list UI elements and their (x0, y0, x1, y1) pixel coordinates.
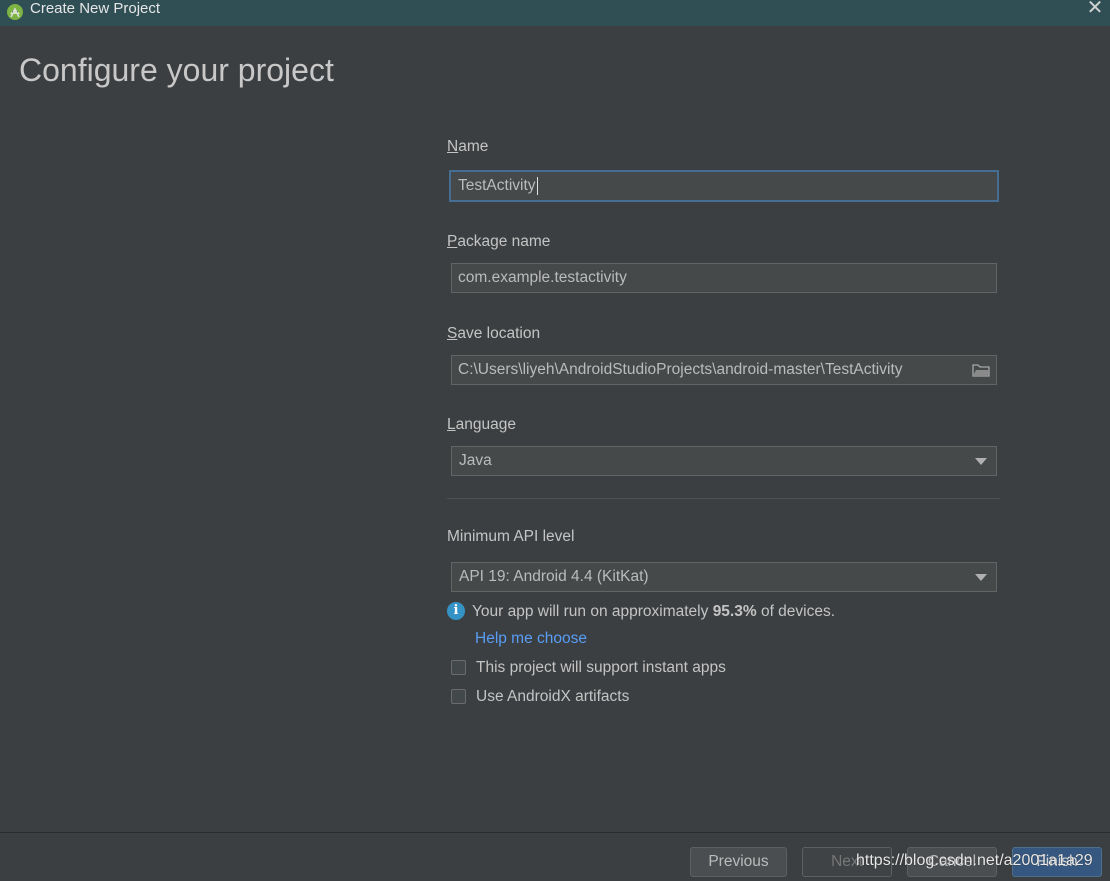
folder-icon[interactable] (972, 362, 990, 378)
save-location-value: C:\Users\liyeh\AndroidStudioProjects\and… (458, 361, 903, 378)
section-divider (447, 498, 1000, 499)
package-name-label: Package name (447, 233, 550, 251)
name-label-rest: ame (458, 138, 489, 155)
next-button[interactable]: Next (802, 847, 892, 877)
package-name-label-rest: ackage name (457, 233, 551, 250)
package-name-input[interactable]: com.example.testactivity (451, 263, 997, 293)
save-location-input[interactable]: C:\Users\liyeh\AndroidStudioProjects\and… (451, 355, 997, 385)
window-title: Create New Project (30, 0, 161, 17)
page-title: Configure your project (19, 52, 334, 88)
chevron-down-icon (975, 574, 987, 581)
previous-button[interactable]: Previous (690, 847, 787, 877)
cancel-button[interactable]: Cancel (907, 847, 997, 877)
device-coverage-suffix: of devices. (756, 603, 836, 620)
text-caret (536, 176, 538, 195)
help-me-choose-link[interactable]: Help me choose (475, 630, 587, 648)
name-label: Name (447, 138, 488, 156)
language-select[interactable]: Java (451, 446, 997, 476)
package-name-label-mnemonic: P (447, 233, 458, 250)
chevron-down-icon (975, 458, 987, 465)
name-input-value: TestActivity (458, 177, 536, 194)
device-coverage-prefix: Your app will run on approximately (472, 603, 713, 620)
device-coverage-percent: 95.3% (712, 603, 757, 620)
language-label-rest: anguage (455, 416, 516, 433)
finish-button[interactable]: Finish (1012, 847, 1102, 877)
checkbox-box[interactable] (451, 660, 466, 675)
language-label: Language (447, 416, 516, 434)
device-coverage-text: Your app will run on approximately 95.3%… (472, 603, 835, 621)
min-api-label: Minimum API level (447, 528, 575, 545)
save-location-label-mnemonic: S (447, 325, 458, 342)
instant-apps-label: This project will support instant apps (476, 659, 726, 676)
min-api-select-value: API 19: Android 4.4 (KitKat) (459, 568, 649, 585)
name-label-mnemonic: N (447, 138, 459, 155)
save-location-label-rest: ave location (457, 325, 541, 342)
min-api-select[interactable]: API 19: Android 4.4 (KitKat) (451, 562, 997, 592)
androidx-label: Use AndroidX artifacts (476, 688, 630, 705)
language-select-value: Java (459, 452, 492, 469)
save-location-label: Save location (447, 325, 540, 343)
info-icon: i (447, 602, 465, 620)
name-input[interactable]: TestActivity (449, 170, 999, 202)
close-icon[interactable]: ✕ (1084, 0, 1106, 19)
title-bar: Create New Project ✕ (0, 0, 1110, 26)
language-label-mnemonic: L (447, 416, 456, 433)
package-name-value: com.example.testactivity (458, 269, 627, 286)
android-studio-icon (7, 4, 23, 20)
checkbox-box[interactable] (451, 689, 466, 704)
